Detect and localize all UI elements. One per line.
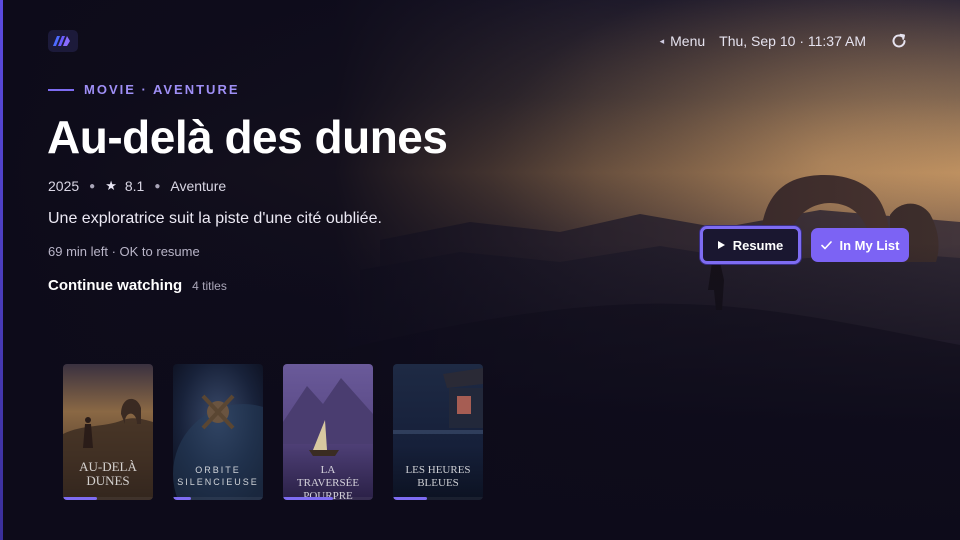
- continue-watching-row: AU-DELÀ DUNES ORBITE SILENCIEUSE LA TRAV…: [63, 364, 483, 500]
- top-bar: ◂ Menu Thu, Sep 10 · 11:37 AM: [660, 32, 908, 50]
- progress-fill: [393, 497, 428, 500]
- progress-fill: [173, 497, 191, 500]
- check-icon: [820, 240, 832, 249]
- progress-fill: [283, 497, 333, 500]
- progress-text: 69 min left · OK to resume: [48, 244, 200, 259]
- row-header: Continue watching 4 titles: [48, 277, 227, 294]
- poster-title: LES HEURES BLEUES: [405, 464, 471, 489]
- title-card[interactable]: LES HEURES BLEUES: [393, 364, 483, 500]
- separator-dot: ●: [89, 180, 96, 192]
- datetime: Thu, Sep 10 · 11:37 AM: [719, 33, 866, 49]
- my-list-label: In My List: [839, 237, 900, 253]
- title-card[interactable]: ORBITE SILENCIEUSE: [173, 364, 263, 500]
- kicker-text: MOVIE · AVENTURE: [84, 82, 240, 97]
- page-title: Au-delà des dunes: [47, 111, 448, 163]
- refresh-icon[interactable]: [890, 32, 908, 50]
- resume-button[interactable]: Resume: [700, 226, 801, 264]
- menu-label: Menu: [670, 33, 706, 49]
- row-count: 4 titles: [192, 279, 227, 293]
- title-card[interactable]: LA TRAVERSÉE POURPRE: [283, 364, 373, 500]
- caret-left-icon: ◂: [659, 35, 665, 46]
- logo-icon: [53, 36, 70, 46]
- play-icon: [717, 241, 725, 249]
- app-logo: [48, 30, 78, 52]
- progress-fill: [63, 497, 98, 500]
- left-accent-bar: [0, 0, 3, 540]
- genre: Aventure: [170, 178, 227, 194]
- kicker: MOVIE · AVENTURE: [48, 82, 240, 97]
- poster-title: AU-DELÀ DUNES: [79, 459, 137, 488]
- resume-label: Resume: [732, 237, 784, 253]
- meta-row: 2025 ● ★ 8.1 ● Aventure: [48, 178, 226, 194]
- poster-title: ORBITE SILENCIEUSE: [177, 465, 259, 487]
- title-card[interactable]: AU-DELÀ DUNES: [63, 364, 153, 500]
- kicker-rule: [48, 88, 74, 91]
- star-icon: ★: [105, 178, 117, 193]
- row-title: Continue watching: [48, 277, 183, 294]
- my-list-button[interactable]: In My List: [811, 228, 909, 262]
- year: 2025: [48, 178, 80, 194]
- description: Une exploratrice suit la piste d'une cit…: [48, 210, 382, 227]
- separator-dot: ●: [154, 180, 161, 192]
- rating: 8.1: [124, 178, 145, 194]
- menu-button[interactable]: ◂ Menu: [660, 33, 706, 49]
- poster-title: LA TRAVERSÉE POURPRE: [296, 464, 360, 500]
